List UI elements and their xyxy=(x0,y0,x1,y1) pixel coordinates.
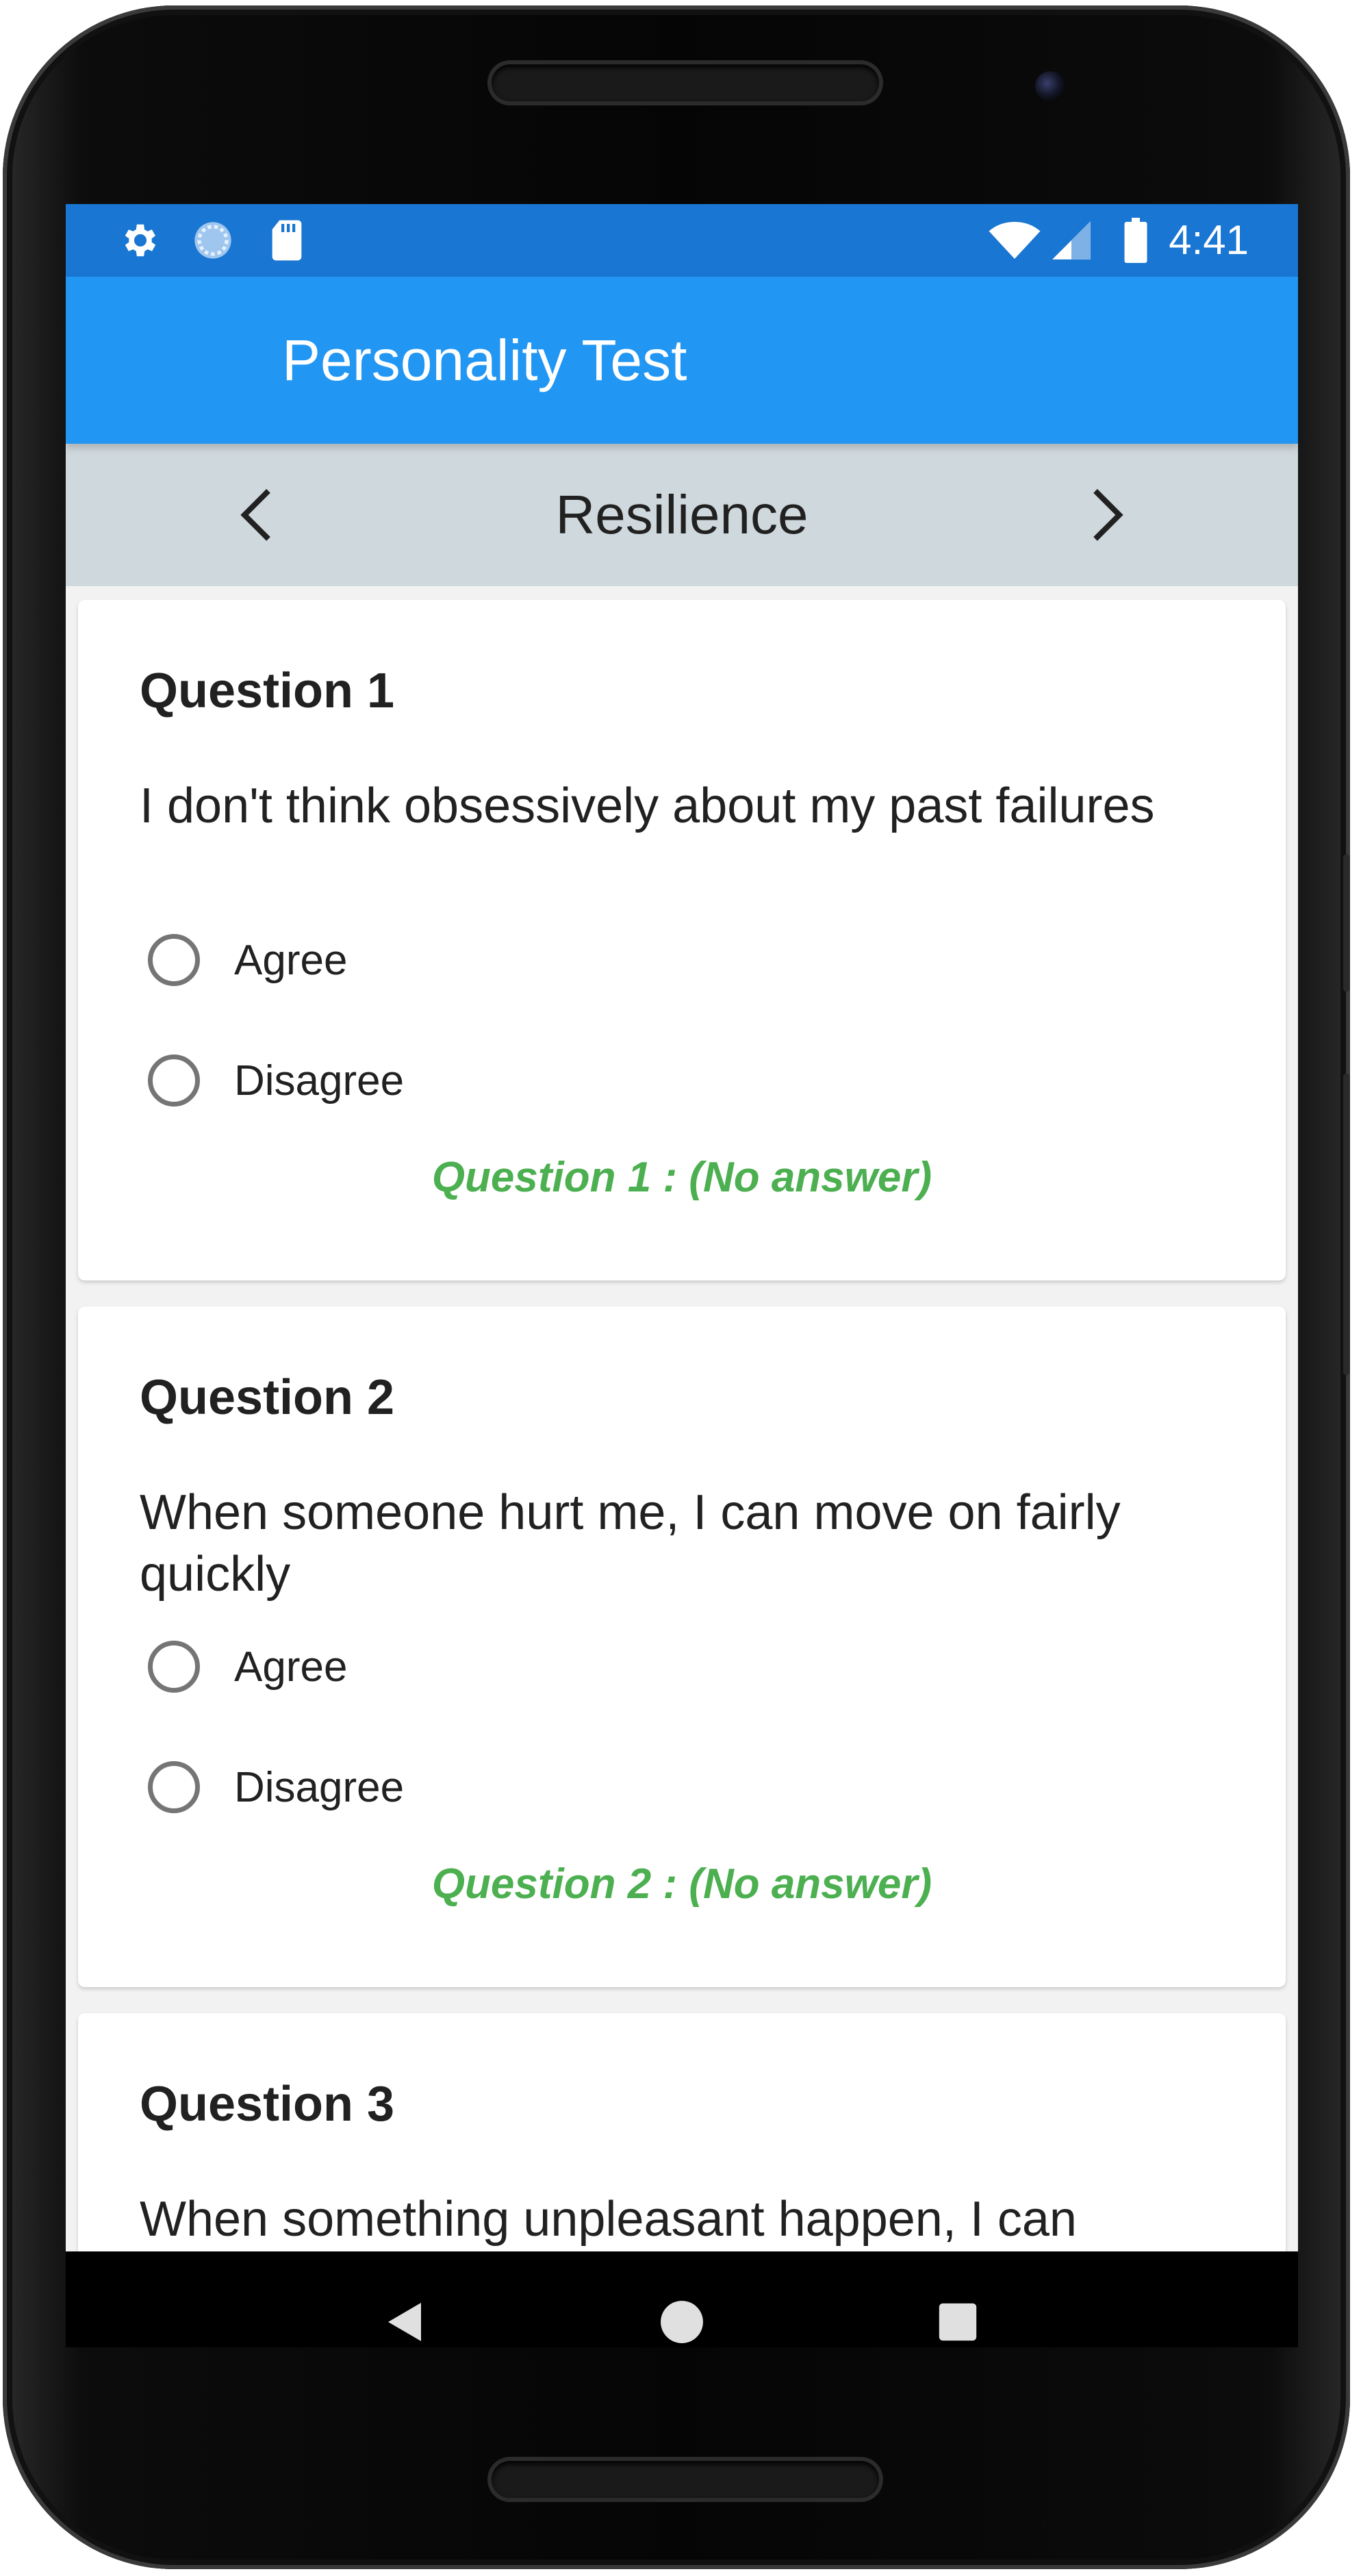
chevron-left-icon[interactable] xyxy=(220,481,289,549)
question-text: I don't think obsessively about my past … xyxy=(140,779,1155,833)
section-nav: Resilience xyxy=(66,444,1298,586)
clock: 4:41 xyxy=(1169,217,1249,263)
question-title: Question 3 xyxy=(140,2077,395,2132)
volume-button xyxy=(1343,1074,1350,1375)
app-screen: 4:41 Personality Test Resilience Questio… xyxy=(66,204,1298,2347)
question-text: When something unpleasant happen, I can xyxy=(140,2192,1077,2247)
question-title: Question 1 xyxy=(140,664,395,718)
battery-icon xyxy=(1113,218,1158,263)
option-label: Agree xyxy=(234,936,348,984)
bottom-speaker xyxy=(492,2461,879,2498)
radio-button[interactable] xyxy=(148,1761,200,1813)
question-list: Question 1 I don't think obsessively abo… xyxy=(66,586,1298,2347)
earpiece-speaker xyxy=(492,64,879,101)
sync-icon xyxy=(190,218,236,263)
signal-icon xyxy=(1049,218,1094,263)
app-title: Personality Test xyxy=(282,328,687,392)
front-camera xyxy=(1035,71,1065,101)
gear-icon xyxy=(118,218,163,263)
chevron-right-icon[interactable] xyxy=(1075,481,1143,549)
recents-icon[interactable] xyxy=(920,2284,995,2360)
sd-card-icon xyxy=(264,218,309,263)
option-label: Agree xyxy=(234,1643,348,1691)
answer-status: Question 1 : (No answer) xyxy=(431,1154,932,1201)
system-navigation-bar xyxy=(66,2251,1298,2395)
back-icon[interactable] xyxy=(368,2284,444,2360)
power-button xyxy=(1343,855,1350,992)
radio-button[interactable] xyxy=(148,934,200,986)
option-disagree[interactable]: Disagree xyxy=(148,1758,404,1816)
status-bar: 4:41 xyxy=(66,204,1298,277)
option-agree[interactable]: Agree xyxy=(148,1638,347,1695)
question-card: Question 1 I don't think obsessively abo… xyxy=(78,600,1286,1280)
wifi-icon xyxy=(987,218,1042,263)
home-icon[interactable] xyxy=(644,2284,720,2360)
radio-button[interactable] xyxy=(148,1641,200,1693)
option-label: Disagree xyxy=(234,1763,405,1811)
question-text: When someone hurt me, I can move on fair… xyxy=(140,1485,1121,1602)
question-card: Question 2 When someone hurt me, I can m… xyxy=(78,1306,1286,1987)
option-agree[interactable]: Agree xyxy=(148,931,347,989)
radio-button[interactable] xyxy=(148,1055,200,1107)
app-bar: Personality Test xyxy=(66,277,1298,444)
answer-status: Question 2 : (No answer) xyxy=(431,1860,932,1908)
option-label: Disagree xyxy=(234,1057,405,1104)
question-title: Question 2 xyxy=(140,1370,395,1425)
option-disagree[interactable]: Disagree xyxy=(148,1052,404,1109)
